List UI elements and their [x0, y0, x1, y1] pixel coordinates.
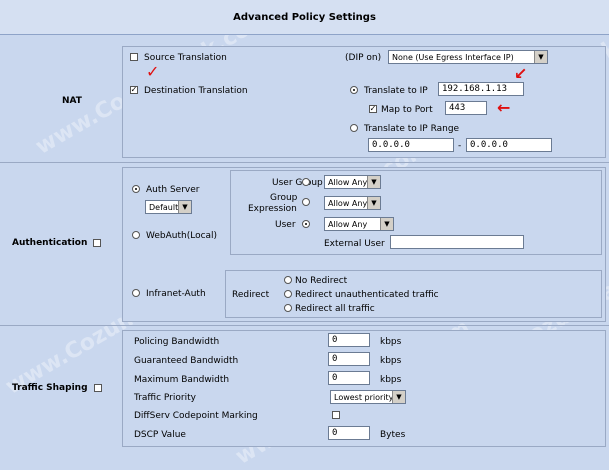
redirect-unauthenticated-radio[interactable] [284, 290, 292, 298]
auth-server-label: Auth Server [146, 185, 200, 195]
map-to-port-input[interactable]: 443 [445, 101, 487, 115]
traffic-priority-select[interactable]: Lowest priority ▼ [330, 390, 406, 404]
maximum-bandwidth-label: Maximum Bandwidth [134, 375, 230, 385]
external-user-input[interactable] [390, 235, 524, 249]
guaranteed-bandwidth-input[interactable]: 0 [328, 352, 370, 366]
redirect-unauthenticated-label: Redirect unauthenticated traffic [295, 290, 439, 300]
annotation-arrow-icon: ← [497, 98, 511, 117]
external-user-label: External User [324, 239, 385, 249]
section-divider [0, 325, 609, 326]
policing-bandwidth-label: Policing Bandwidth [134, 337, 220, 347]
redirect-label: Redirect [232, 290, 270, 300]
user-group-label: User Group [272, 178, 323, 188]
group-expression-select[interactable]: Allow Any ▼ [324, 196, 381, 210]
no-redirect-label: No Redirect [295, 276, 348, 286]
translate-to-ip-input[interactable]: 192.168.1.13 [438, 82, 524, 96]
section-divider [0, 162, 609, 163]
group-expression-label-2: Expression [248, 204, 297, 214]
ip-range-dash: - [458, 141, 462, 151]
user-group-select[interactable]: Allow Any ▼ [324, 175, 381, 189]
dscp-value-label: DSCP Value [134, 430, 186, 440]
user-label: User [275, 220, 296, 230]
chevron-down-icon: ▼ [534, 51, 547, 63]
map-to-port-checkbox[interactable]: ✓ [369, 105, 377, 113]
dscp-value-input[interactable]: 0 [328, 426, 370, 440]
user-group-radio[interactable] [302, 178, 310, 186]
webauth-radio[interactable] [132, 231, 140, 239]
source-translation-checkbox[interactable] [130, 53, 138, 61]
traffic-shaping-checkbox[interactable] [93, 384, 102, 392]
auth-server-select[interactable]: Default ▼ [145, 200, 192, 214]
translate-to-ip-label: Translate to IP [364, 86, 428, 96]
infranet-auth-label: Infranet-Auth [146, 289, 206, 299]
diffserv-label: DiffServ Codepoint Marking [134, 411, 258, 421]
chevron-down-icon: ▼ [178, 201, 191, 213]
group-expression-label-1: Group [270, 193, 298, 203]
infranet-auth-radio[interactable] [132, 289, 140, 297]
maximum-bandwidth-unit: kbps [380, 375, 402, 385]
map-to-port-label: Map to Port [381, 105, 433, 115]
chevron-down-icon: ▼ [367, 197, 380, 209]
redirect-all-radio[interactable] [284, 304, 292, 312]
guaranteed-bandwidth-label: Guaranteed Bandwidth [134, 356, 239, 366]
destination-translation-checkbox[interactable]: ✓ [130, 86, 138, 94]
traffic-priority-label: Traffic Priority [134, 393, 196, 403]
dip-label: (DIP on) [345, 53, 382, 63]
diffserv-checkbox[interactable] [332, 411, 340, 419]
nat-section-label: NAT [62, 96, 82, 106]
auth-server-radio[interactable] [132, 185, 140, 193]
dscp-value-unit: Bytes [380, 430, 406, 440]
user-radio[interactable] [302, 220, 310, 228]
policing-bandwidth-unit: kbps [380, 337, 402, 347]
traffic-shaping-section-label: Traffic Shaping [12, 383, 102, 393]
policing-bandwidth-input[interactable]: 0 [328, 333, 370, 347]
ip-range-from-input[interactable]: 0.0.0.0 [368, 138, 454, 152]
advanced-policy-settings-page: www.CozumPark.com www.CozumPark.com www.… [0, 0, 609, 470]
webauth-label: WebAuth(Local) [146, 231, 218, 241]
guaranteed-bandwidth-unit: kbps [380, 356, 402, 366]
redirect-all-label: Redirect all traffic [295, 304, 375, 314]
page-title: Advanced Policy Settings [0, 0, 609, 35]
translate-to-ip-range-label: Translate to IP Range [364, 124, 460, 134]
group-expression-radio[interactable] [302, 198, 310, 206]
destination-translation-label: Destination Translation [144, 86, 248, 96]
chevron-down-icon: ▼ [380, 218, 393, 230]
annotation-arrow-icon: ↙ [514, 64, 528, 83]
dip-select[interactable]: None (Use Egress Interface IP) ▼ [388, 50, 548, 64]
translate-to-ip-radio[interactable] [350, 86, 358, 94]
translate-to-ip-range-radio[interactable] [350, 124, 358, 132]
authentication-checkbox[interactable] [93, 239, 102, 247]
annotation-check-mark-icon: ✓ [146, 62, 160, 81]
chevron-down-icon: ▼ [367, 176, 380, 188]
user-select[interactable]: Allow Any ▼ [324, 217, 394, 231]
authentication-section-label: Authentication [12, 238, 102, 248]
no-redirect-radio[interactable] [284, 276, 292, 284]
ip-range-to-input[interactable]: 0.0.0.0 [466, 138, 552, 152]
chevron-down-icon: ▼ [392, 391, 405, 403]
maximum-bandwidth-input[interactable]: 0 [328, 371, 370, 385]
